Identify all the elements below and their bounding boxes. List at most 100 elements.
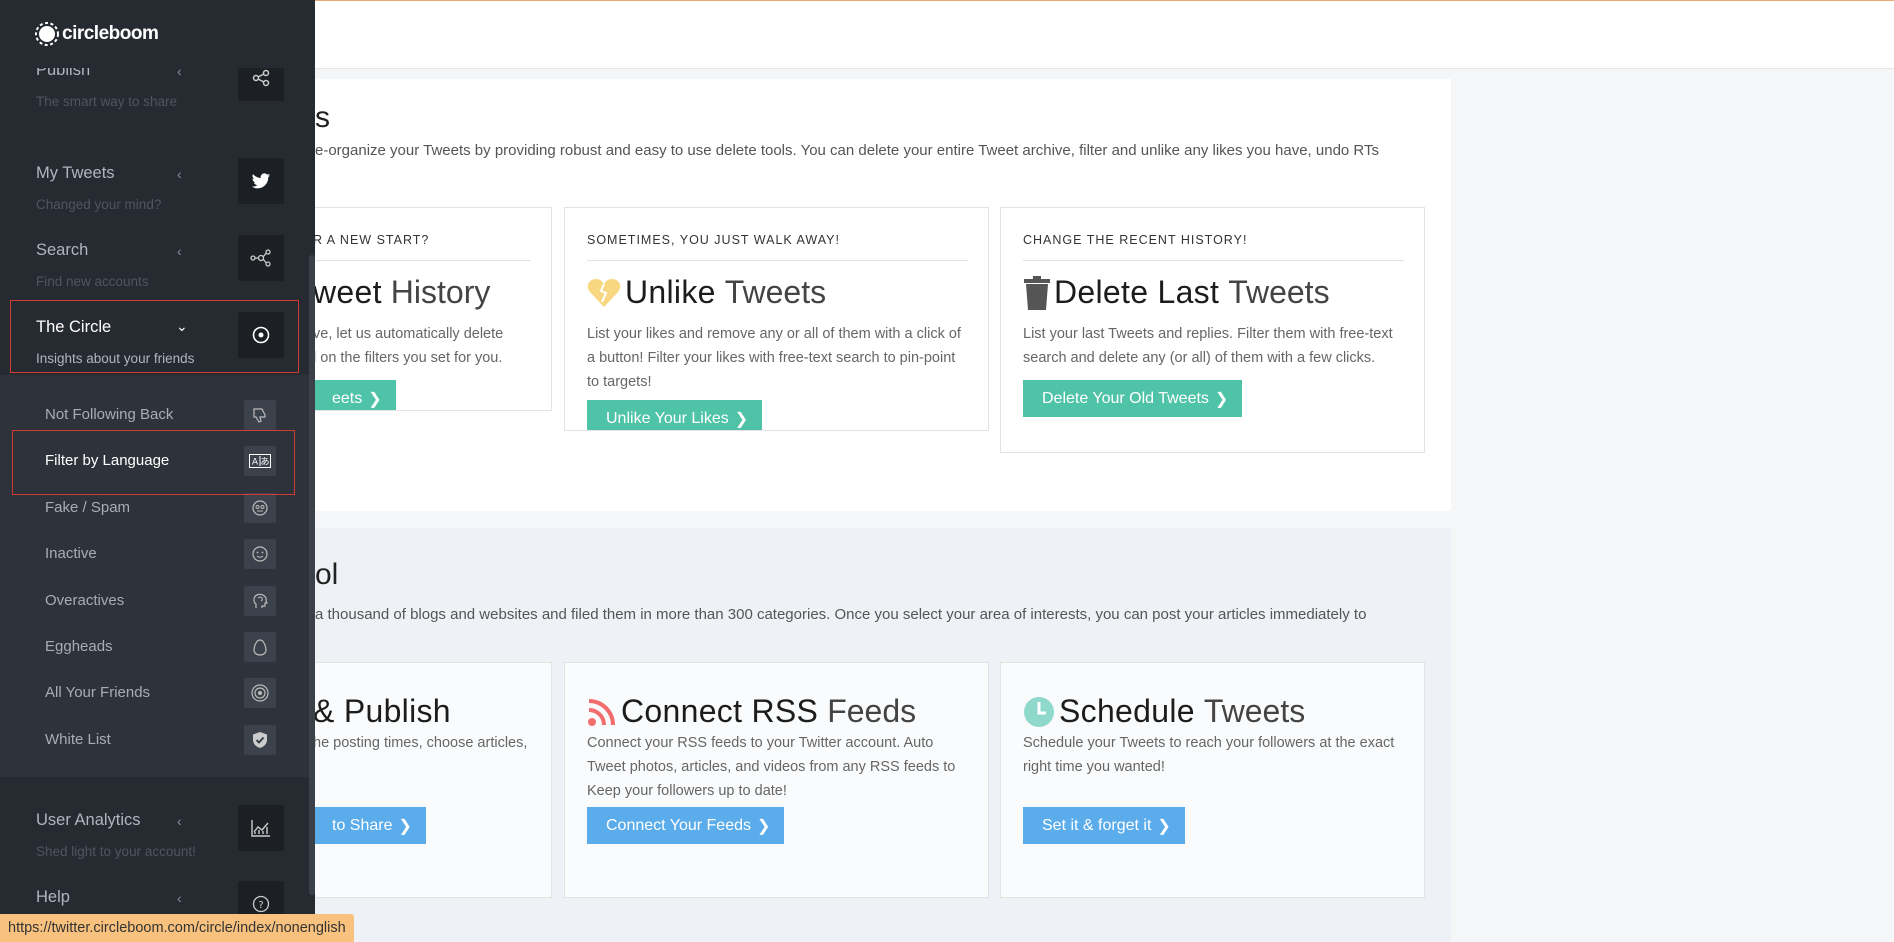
clock-icon xyxy=(1024,696,1054,727)
connect-your-feeds-button[interactable]: Connect Your Feeds ❯ xyxy=(587,807,785,844)
sidebar-item-subtitle: The smart way to share xyxy=(36,94,178,109)
twitter-bird-icon xyxy=(238,158,284,204)
card-title: weet History xyxy=(315,274,490,311)
submenu-item-eggheads[interactable]: Eggheads xyxy=(0,624,315,670)
card-divider xyxy=(587,260,968,261)
sidebar-item-the-circle[interactable]: The Circle ⌄ Insights about your friends xyxy=(0,308,315,380)
sidebar-item-subtitle: Insights about your friends xyxy=(36,351,195,366)
chevron-right-icon: ❯ xyxy=(1157,817,1171,835)
submenu-item-label: Fake / Spam xyxy=(45,499,131,516)
submenu-item-inactive[interactable]: Inactive xyxy=(0,531,315,577)
card-description: ve, let us automatically delete l on the… xyxy=(315,326,504,366)
button-label: to Share xyxy=(332,816,393,834)
shield-check-icon xyxy=(244,725,276,755)
chevron-left-icon: ‹ xyxy=(177,166,182,182)
submenu-item-label: Inactive xyxy=(45,545,97,562)
translate-icon: Aあ xyxy=(244,446,276,476)
card-title: Delete Last Tweets xyxy=(1023,274,1330,311)
section-description: a thousand of blogs and websites and fil… xyxy=(315,606,1367,623)
chevron-right-icon: ❯ xyxy=(398,817,412,835)
card-title: & Publish xyxy=(315,693,451,730)
submenu-item-label: Not Following Back xyxy=(45,406,174,423)
submenu-item-label: Overactives xyxy=(45,592,125,609)
sidebar-item-search[interactable]: Search ‹ Find new accounts xyxy=(0,231,315,303)
share-button[interactable]: to Share ❯ xyxy=(315,807,426,844)
concentric-circles-icon xyxy=(244,678,276,708)
delete-tweets-button[interactable]: eets ❯ xyxy=(315,380,396,410)
card-title-bold: Connect RSS xyxy=(621,693,819,729)
card-description: List your likes and remove any or all of… xyxy=(587,326,961,390)
line-chart-icon xyxy=(238,805,284,851)
main-content: s e-organize your Tweets by providing ro… xyxy=(315,69,1451,942)
card-divider xyxy=(315,260,531,261)
chevron-right-icon: ❯ xyxy=(757,817,771,835)
card-description: Connect your RSS feeds to your Twitter a… xyxy=(587,735,956,799)
submenu-item-not-following-back[interactable]: Not Following Back xyxy=(0,392,315,438)
card-title: Unlike Tweets xyxy=(587,274,826,311)
thumbs-down-icon xyxy=(244,400,276,430)
submenu-item-overactives[interactable]: Overactives xyxy=(0,578,315,624)
submenu-item-label: Eggheads xyxy=(45,638,113,655)
button-label: Connect Your Feeds xyxy=(606,816,751,834)
rss-icon xyxy=(588,698,615,726)
content-tools-section: ol a thousand of blogs and websites and … xyxy=(315,528,1451,942)
chevron-left-icon: ‹ xyxy=(177,243,182,259)
sidebar-item-label: Help xyxy=(36,888,70,906)
card-divider xyxy=(1023,260,1404,261)
sidebar-scrollbar[interactable] xyxy=(309,255,315,895)
egg-icon xyxy=(244,632,276,662)
card-title-light: Feeds xyxy=(827,693,917,729)
sidebar-header: circleboom xyxy=(0,0,315,68)
submenu-item-fake-spam[interactable]: Fake / Spam xyxy=(0,485,315,531)
card-title-light: Tweets xyxy=(724,274,827,310)
sidebar-item-my-tweets[interactable]: My Tweets ‹ Changed your mind? xyxy=(0,154,315,226)
delete-history-card: R A NEW START? weet History ve, let us a… xyxy=(315,207,552,411)
schedule-tweets-card: Schedule Tweets Schedule your Tweets to … xyxy=(1000,662,1425,898)
circleboom-logo-icon xyxy=(35,22,59,46)
card-title-light: Tweets xyxy=(1203,693,1306,729)
status-bar-url: https://twitter.circleboom.com/circle/in… xyxy=(0,914,354,942)
submenu-item-filter-by-language[interactable]: Filter by Language Aあ xyxy=(0,438,315,484)
sidebar: Publish ‹ The smart way to share My Twee… xyxy=(0,0,315,942)
section-title: s xyxy=(315,101,330,134)
submenu-item-all-your-friends[interactable]: All Your Friends xyxy=(0,670,315,716)
submenu-item-label: Filter by Language xyxy=(45,452,170,469)
card-description: Schedule your Tweets to reach your follo… xyxy=(1023,735,1395,775)
card-title: Connect RSS Feeds xyxy=(587,693,916,730)
network-nodes-icon xyxy=(238,235,284,281)
submenu-item-white-list[interactable]: White List xyxy=(0,717,315,763)
brain-head-icon xyxy=(244,586,276,616)
button-label: Delete Your Old Tweets xyxy=(1042,389,1209,407)
submenu-item-label: White List xyxy=(45,731,111,748)
card-eyebrow: R A NEW START? xyxy=(315,233,430,247)
set-it-forget-it-button[interactable]: Set it & forget it ❯ xyxy=(1023,807,1185,844)
card-title-bold: Delete Last xyxy=(1054,274,1220,310)
delete-old-tweets-button[interactable]: Delete Your Old Tweets ❯ xyxy=(1023,380,1243,417)
card-title-bold: Schedule xyxy=(1059,693,1195,729)
curate-publish-card: & Publish he posting times, choose artic… xyxy=(315,662,552,898)
sidebar-item-label: Search xyxy=(36,241,89,259)
card-description: List your last Tweets and replies. Filte… xyxy=(1023,326,1393,366)
target-circle-icon xyxy=(238,312,284,358)
card-title-light: History xyxy=(390,274,491,310)
card-eyebrow: SOMETIMES, YOU JUST WALK AWAY! xyxy=(587,233,840,247)
unlike-your-likes-button[interactable]: Unlike Your Likes ❯ xyxy=(587,400,763,430)
trash-icon xyxy=(1024,275,1050,310)
card-title-bold: & Publish xyxy=(315,693,451,729)
button-label: Set it & forget it xyxy=(1042,816,1152,834)
sidebar-item-subtitle: Find new accounts xyxy=(36,274,149,289)
chevron-right-icon: ❯ xyxy=(734,410,749,428)
unlike-tweets-card: SOMETIMES, YOU JUST WALK AWAY! Unlike Tw… xyxy=(564,207,989,431)
section-title: ol xyxy=(315,558,339,591)
chevron-down-icon: ⌄ xyxy=(176,318,188,334)
smiley-icon xyxy=(244,539,276,569)
svg-text:?: ? xyxy=(258,900,263,911)
sidebar-item-user-analytics[interactable]: User Analytics ‹ Shed light to your acco… xyxy=(0,801,315,873)
card-title-light: Tweets xyxy=(1228,274,1330,310)
section-description: e-organize your Tweets by providing robu… xyxy=(315,142,1379,159)
logo-text: circleboom xyxy=(62,23,159,44)
chevron-right-icon: ❯ xyxy=(1214,390,1229,408)
sidebar-item-subtitle: Changed your mind? xyxy=(36,197,162,212)
sidebar-item-subtitle: Shed light to your account! xyxy=(36,844,196,859)
chevron-left-icon: ‹ xyxy=(177,813,182,829)
